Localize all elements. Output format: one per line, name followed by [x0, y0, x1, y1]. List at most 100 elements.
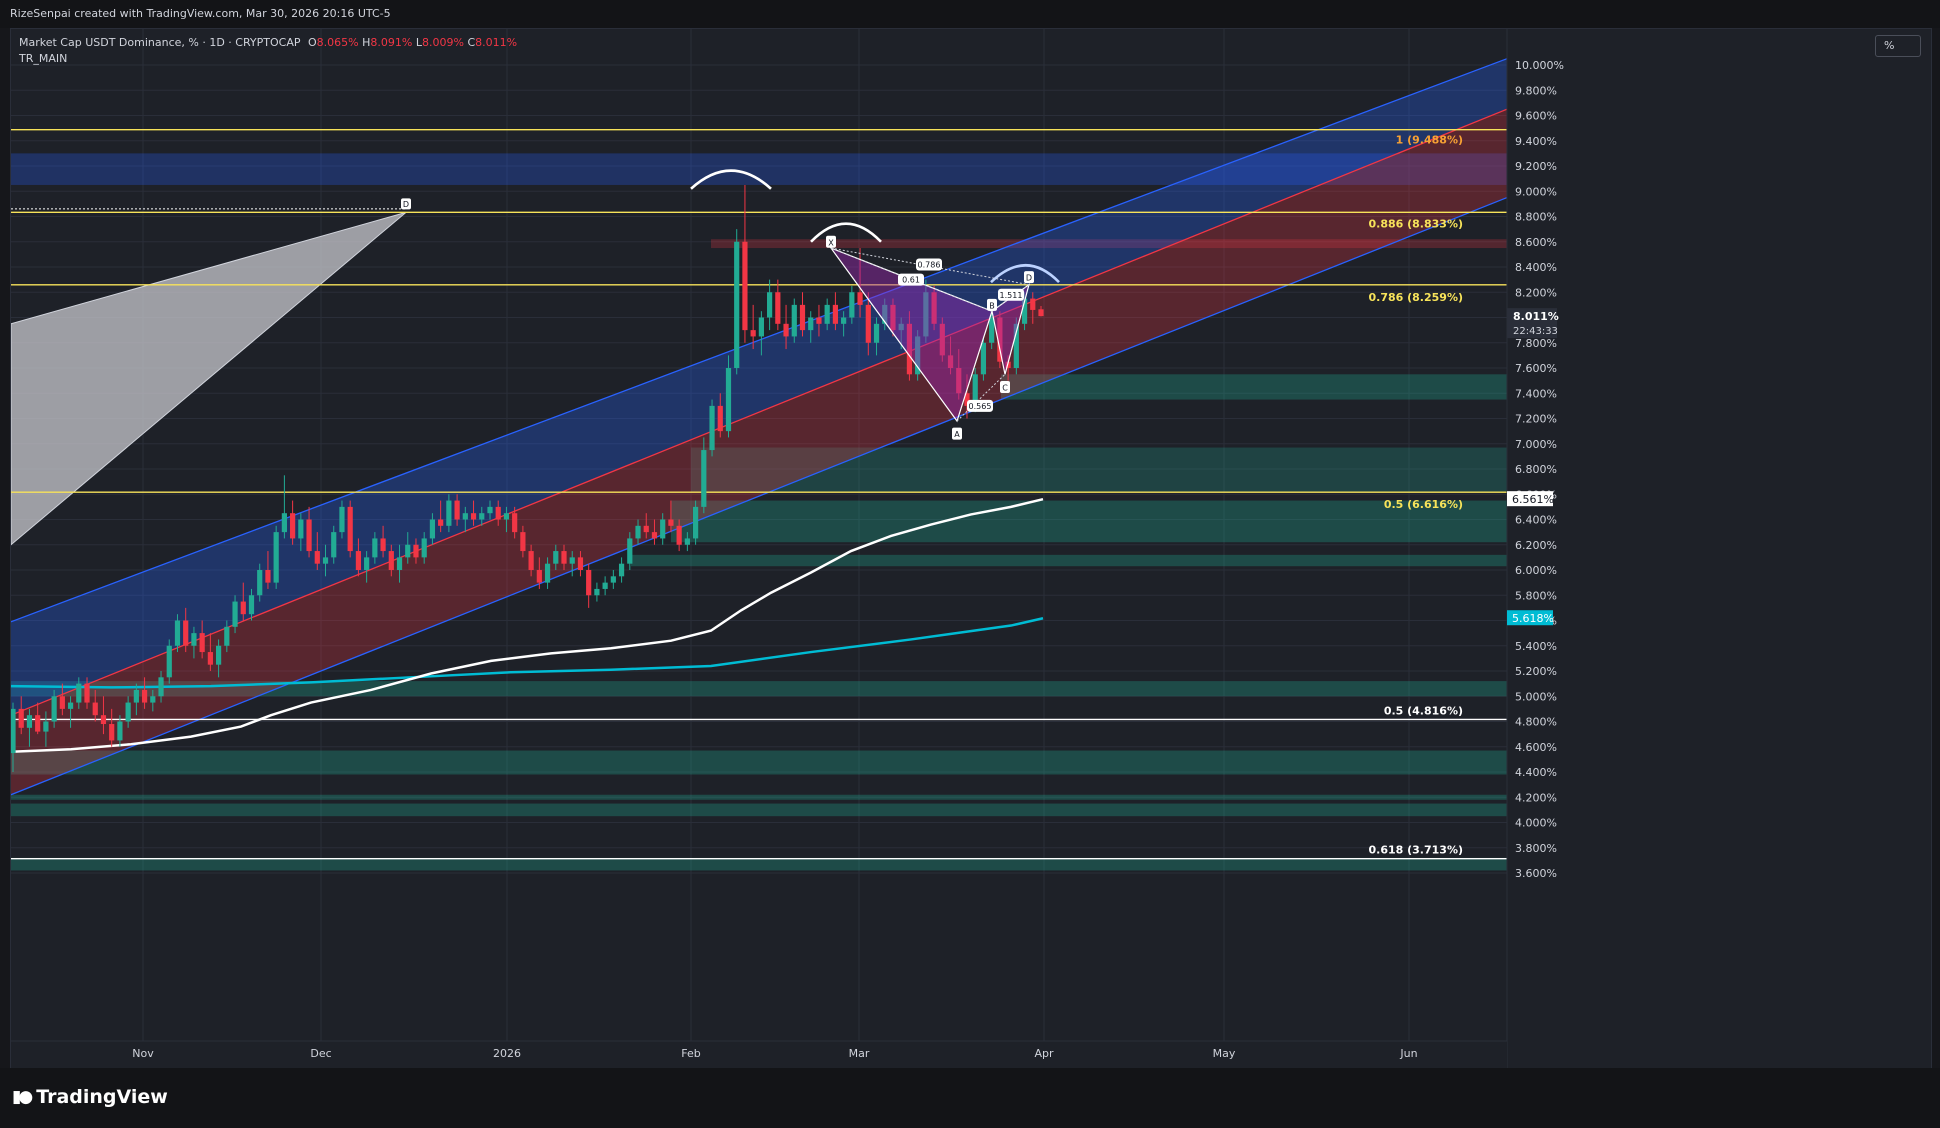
price-tick-label: 7.600% — [1515, 362, 1557, 375]
candle-body — [544, 563, 551, 583]
candle-body — [331, 532, 337, 558]
candle-body — [651, 532, 658, 539]
candle-body — [701, 450, 707, 507]
chart-area[interactable]: 1 (9.488%) 0.886 (8.833%) 0.786 (8.259%) 0.… — [10, 28, 1932, 1070]
time-axis-bg — [11, 1041, 1507, 1069]
candle-body — [816, 317, 822, 324]
tradingview-logo[interactable]: ▮● TradingView — [12, 1086, 168, 1108]
price-tick-label: 3.800% — [1515, 842, 1557, 855]
candle-body — [257, 570, 263, 596]
candle-body — [109, 724, 115, 741]
candle-body — [421, 538, 427, 558]
price-tick-label: 7.800% — [1515, 337, 1557, 350]
candle-body — [643, 525, 649, 533]
candle — [709, 399, 715, 457]
candle — [610, 570, 616, 589]
candle-body — [84, 683, 90, 703]
price-tick-label: 6.800% — [1515, 463, 1557, 476]
candle-body — [396, 557, 403, 570]
candle-body — [364, 557, 370, 570]
candle-body — [717, 405, 723, 432]
price-tick-label: 5.000% — [1515, 690, 1557, 703]
point-label-A: A — [954, 430, 960, 439]
candle-body — [216, 645, 222, 665]
ma-value-label: 6.561% — [1512, 493, 1554, 506]
candle-body — [224, 626, 230, 646]
price-tick-label: 4.400% — [1515, 766, 1557, 779]
candle-body — [865, 304, 871, 343]
candle — [281, 475, 287, 539]
current-price-label: 8.011% — [1513, 310, 1559, 323]
candle-body — [602, 582, 608, 589]
indicator-name[interactable]: TR_MAIN — [19, 51, 517, 67]
percent-scale-button[interactable]: % — [1875, 35, 1921, 57]
candle-body — [569, 557, 575, 564]
zone-box — [11, 794, 1507, 800]
price-tick-label: 4.800% — [1515, 716, 1557, 729]
top-bar: RizeSenpai created with TradingView.com,… — [0, 0, 1940, 28]
candle-body — [536, 570, 542, 583]
candle-body — [166, 645, 172, 678]
fib-label: 0.786 (8.259%) — [1369, 291, 1464, 304]
price-tick-label: 4.200% — [1515, 791, 1557, 804]
candle-body — [355, 551, 362, 570]
price-tick-label: 9.000% — [1515, 185, 1557, 198]
candle — [594, 582, 600, 602]
candle-body — [347, 506, 353, 552]
candle-body — [462, 513, 468, 520]
candle-body — [248, 595, 255, 615]
candle-body — [873, 323, 880, 343]
candle-body — [520, 532, 526, 552]
symbol-title[interactable]: Market Cap USDT Dominance, % · 1D · CRYP… — [19, 36, 300, 49]
candle-body — [783, 323, 789, 337]
candle-body — [692, 506, 699, 539]
zone-box — [631, 554, 1507, 567]
candle-body — [43, 721, 49, 732]
candle-body — [429, 519, 436, 539]
candle-body — [322, 557, 329, 564]
candle-body — [767, 292, 773, 318]
point-label-C: C — [1002, 383, 1008, 392]
candle-body — [528, 551, 534, 570]
candle-body — [577, 557, 584, 570]
candle-body — [76, 683, 82, 703]
candle — [692, 500, 699, 545]
candle-body — [725, 368, 732, 432]
candle — [742, 184, 748, 343]
time-tick-label: Mar — [849, 1047, 870, 1060]
point-label-X: X — [828, 238, 834, 247]
ratio-label: 1.511 — [1000, 291, 1023, 300]
ratio-label: 0.786 — [918, 260, 941, 269]
price-tick-label: 8.800% — [1515, 211, 1557, 224]
time-tick-label: Jun — [1399, 1047, 1417, 1060]
candle-body — [660, 519, 666, 539]
candle-body — [26, 715, 33, 728]
fib-label: 0.618 (3.713%) — [1369, 844, 1464, 857]
candle-body — [1030, 298, 1036, 310]
candle-body — [586, 570, 592, 596]
candle-body — [141, 689, 148, 703]
candle-body — [100, 715, 107, 725]
ohlc-values: O8.065% H8.091% L8.009% C8.011% — [307, 36, 518, 49]
candle-body — [281, 513, 287, 533]
candle-body — [512, 513, 518, 533]
candle-body — [207, 652, 213, 665]
point-label-D: D — [1026, 274, 1032, 283]
candle-body — [35, 715, 41, 732]
candle-body — [67, 702, 74, 709]
candle-body — [199, 633, 205, 653]
candle-body — [849, 292, 855, 318]
candle-body — [405, 544, 411, 558]
ma-value-label: 5.618% — [1512, 612, 1554, 625]
fib-label: 0.5 (6.616%) — [1384, 498, 1463, 511]
price-chart[interactable]: 1 (9.488%) 0.886 (8.833%) 0.786 (8.259%) 0.… — [11, 29, 1931, 1069]
fib-label: 1 (9.488%) — [1396, 134, 1463, 147]
candle-body — [413, 544, 419, 558]
candle-body — [133, 689, 139, 703]
candle-body — [265, 570, 271, 583]
candle-body — [734, 241, 740, 368]
time-tick-label: Apr — [1034, 1047, 1054, 1060]
candle-body — [635, 525, 641, 539]
candle — [767, 279, 773, 331]
candle-body — [11, 708, 16, 754]
